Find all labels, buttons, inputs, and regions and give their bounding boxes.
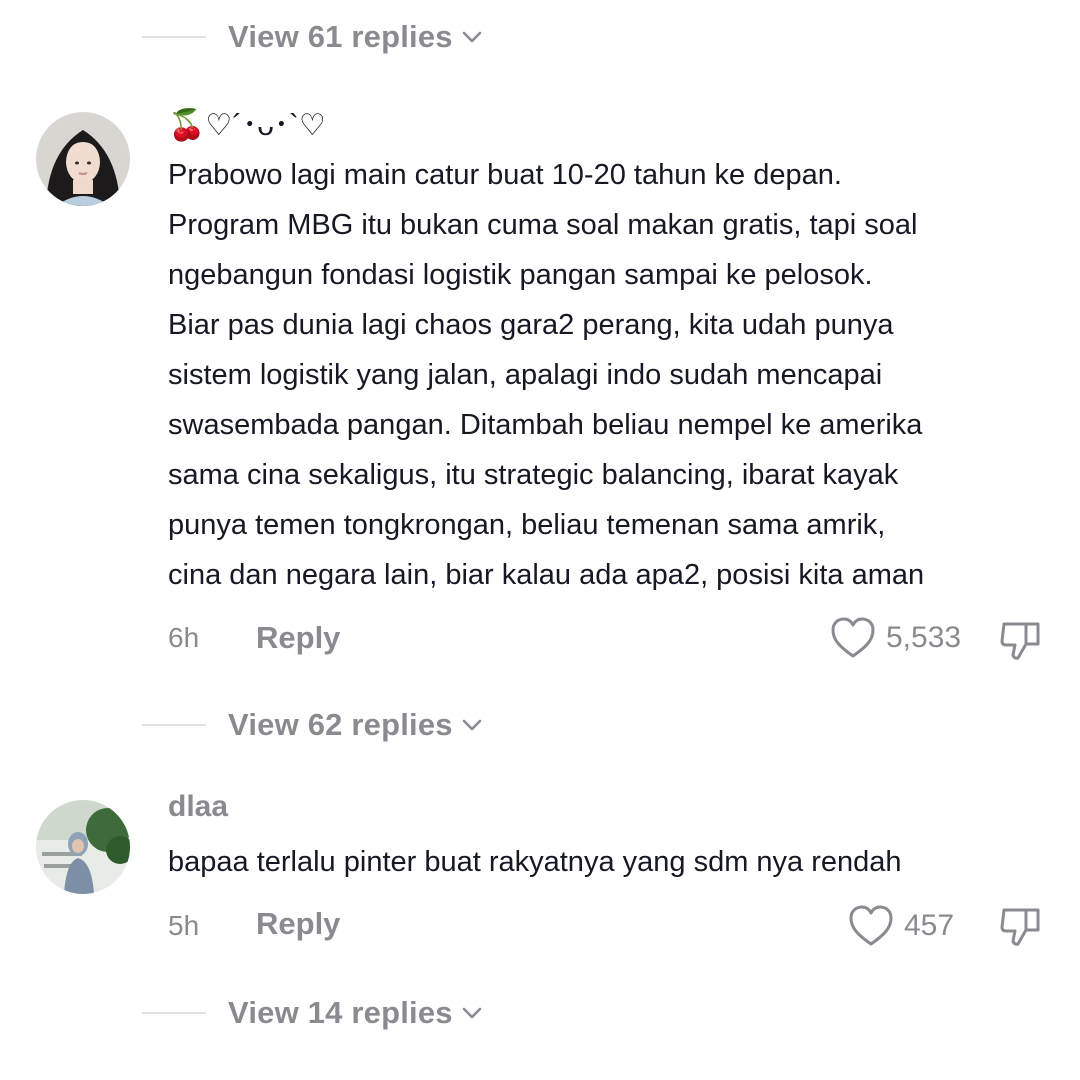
chevron-down-icon: [462, 31, 482, 43]
comment-username[interactable]: 🍒♡´･ᴗ･`♡: [168, 100, 326, 144]
view-replies-button[interactable]: View 62 replies: [142, 700, 483, 750]
thread-divider-line: [142, 724, 206, 726]
view-replies-button[interactable]: View 14 replies: [142, 988, 483, 1038]
view-replies-label: View 14 replies: [228, 995, 453, 1030]
avatar[interactable]: [36, 112, 130, 206]
comment-time: 6h: [168, 622, 200, 653]
avatar-photo: [36, 112, 130, 206]
comment-text: Prabowo lagi main catur buat 10-20 tahun…: [168, 159, 925, 591]
reply-button[interactable]: Reply: [256, 620, 340, 656]
like-count: 457: [904, 909, 955, 942]
thread-divider-line: [142, 1012, 206, 1014]
like-button[interactable]: 5,533: [830, 616, 961, 660]
view-replies-label: View 61 replies: [228, 19, 453, 54]
thumbs-down-icon[interactable]: [998, 904, 1044, 950]
view-replies-button[interactable]: View 61 replies: [142, 12, 483, 62]
comment-username[interactable]: dlaa: [168, 790, 228, 824]
view-replies-label: View 62 replies: [228, 707, 453, 742]
like-count: 5,533: [886, 621, 962, 654]
thumbs-down-icon[interactable]: [998, 618, 1044, 664]
comment-time: 5h: [168, 910, 200, 941]
like-button[interactable]: 457: [848, 904, 954, 948]
reply-button[interactable]: Reply: [256, 906, 340, 942]
comment-text: bapaa terlalu pinter buat rakyatnya yang…: [168, 846, 902, 878]
thread-divider-line: [142, 36, 206, 38]
avatar-photo: [36, 800, 130, 894]
chevron-down-icon: [462, 1007, 482, 1019]
avatar[interactable]: [36, 800, 130, 894]
heart-outline-icon: [849, 905, 893, 946]
heart-outline-icon: [831, 617, 875, 658]
chevron-down-icon: [462, 719, 482, 731]
